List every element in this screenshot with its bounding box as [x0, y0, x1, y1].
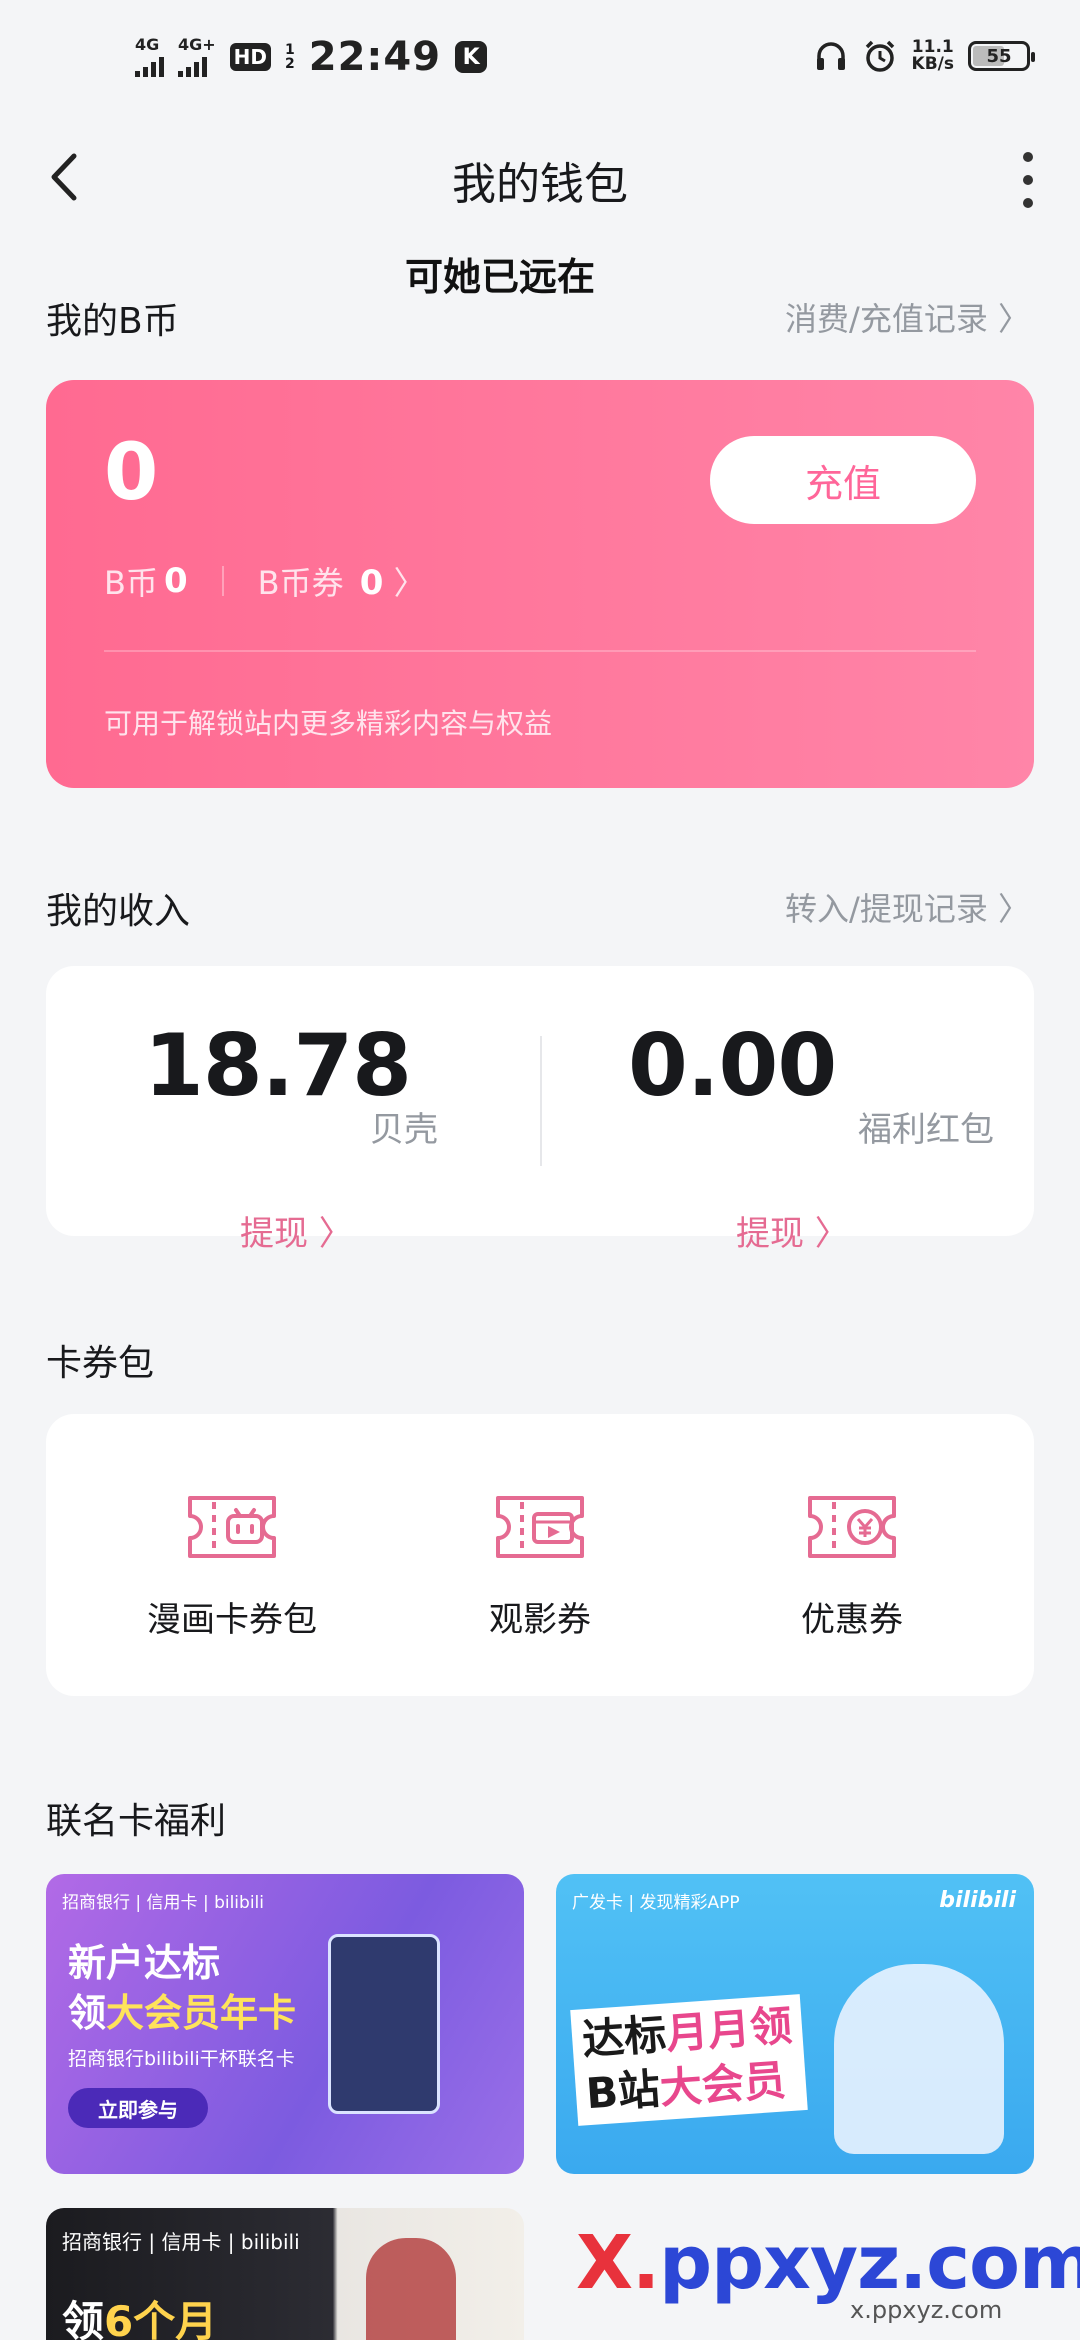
income-section-title: 我的收入	[46, 891, 191, 932]
voucher-label: B币券	[257, 564, 344, 602]
page-title: 我的钱包	[452, 159, 628, 210]
banner-line2-highlight: 大会员年卡	[106, 1991, 297, 2035]
cmb-banner-2[interactable]: 招商银行 | 信用卡 | bilibili 领6个月	[46, 2208, 524, 2340]
banner-headline-prefix: 领	[62, 2297, 105, 2340]
divider	[221, 566, 224, 596]
coupon-movie[interactable]: 观影券	[420, 1492, 660, 1641]
banner-line1: 新户达标	[68, 1941, 221, 1985]
banner-line2-a: B站	[584, 2064, 662, 2119]
banner-brand: 招商银行 | 信用卡 | bilibili	[62, 1893, 264, 1913]
income-card: 18.78 贝壳 提现 〉 0.00 福利红包 提现 〉	[46, 966, 1034, 1254]
more-options-icon[interactable]	[1018, 152, 1038, 208]
banner-headline: 新户达标 领大会员年卡	[68, 1938, 296, 2038]
headphones-icon	[816, 42, 845, 70]
status-left: 4G 4G+ HD 1 2 22:49 K	[135, 34, 488, 80]
recharge-button[interactable]: 充值	[710, 436, 976, 524]
status-right: 11.1 KB/s 55	[814, 38, 1035, 74]
watermark-sub: x.ppxyz.com	[850, 2296, 1003, 2324]
bcoin-total: 0	[104, 428, 159, 518]
bcoin-record-link[interactable]: 消费/充值记录 〉	[785, 294, 1030, 340]
cgb-banner[interactable]: 广发卡 | 发现精彩APP bilibili 达标月月领 B站大会员	[556, 1874, 1034, 2174]
banner-headline: 领6个月	[62, 2288, 217, 2340]
coupon-card: 漫画卡券包 观影券 优惠券	[46, 1414, 1034, 1696]
shells-value: 18.78	[144, 1016, 412, 1116]
redpack-withdraw-link[interactable]: 提现 〉	[736, 1206, 849, 1255]
app-notification-icon: K	[455, 41, 488, 73]
watermark-rest: ppxyz.com	[659, 2220, 1080, 2306]
redpack-value: 0.00	[628, 1016, 837, 1116]
speed-unit: KB/s	[911, 54, 954, 74]
join-button[interactable]: 立即参与	[68, 2088, 208, 2128]
voucher-value: 0	[359, 563, 384, 603]
cobrand-section-title: 联名卡福利	[46, 1801, 227, 1842]
income-divider	[540, 1036, 542, 1166]
bcoin-label: B币	[104, 564, 158, 602]
banner-headline-highlight: 6个月	[104, 2297, 218, 2340]
banner-line2: 领大会员年卡	[68, 1988, 296, 2038]
hd-sim-index: 1 2	[285, 43, 295, 71]
redpack-unit: 福利红包	[858, 1110, 994, 1150]
banner-line2-b: 大会员	[658, 2055, 788, 2114]
coupon-movie-label: 观影券	[489, 1600, 591, 1640]
battery-icon: 55	[968, 41, 1035, 71]
signal-bars-icon	[178, 55, 207, 77]
coupon-discount-label: 优惠券	[801, 1600, 903, 1640]
sim2-label: 4G+	[178, 35, 216, 54]
cmb-banner[interactable]: 招商银行 | 信用卡 | bilibili 新户达标 领大会员年卡 招商银行bi…	[46, 1874, 524, 2174]
signal-bars-icon	[135, 55, 164, 77]
clock: 22:49	[308, 34, 442, 80]
character-illustration	[366, 2238, 456, 2340]
shells-withdraw-link[interactable]: 提现 〉	[240, 1206, 353, 1255]
coupon-discount[interactable]: 优惠券	[732, 1492, 972, 1641]
sim1-label: 4G	[135, 35, 160, 54]
chevron-right-icon: 〉	[393, 564, 426, 602]
banner-brand: 广发卡 | 发现精彩APP	[572, 1893, 740, 1913]
banner-subtitle: 招商银行bilibili干杯联名卡	[68, 2048, 295, 2070]
hd-voice-icon: HD	[229, 43, 272, 71]
coupons-section-title: 卡券包	[46, 1343, 155, 1384]
bcoin-section-title: 我的B币	[46, 301, 179, 342]
yen-ticket-icon	[808, 1496, 896, 1558]
battery-level: 55	[986, 45, 1012, 67]
bcoin-breakdown: B币 0 B币券 0 〉	[104, 558, 426, 604]
sim1-signal: 4G	[135, 37, 164, 77]
bcoin-description: 可用于解锁站内更多精彩内容与权益	[104, 707, 553, 740]
watermark-prefix: X.	[576, 2220, 660, 2306]
bcoin-voucher-link[interactable]: B币券 0 〉	[258, 558, 426, 604]
shells-unit: 贝壳	[370, 1110, 438, 1150]
income-record-link[interactable]: 转入/提现记录 〉	[785, 884, 1030, 930]
coupon-comic[interactable]: 漫画卡券包	[112, 1492, 352, 1641]
status-bar: 4G 4G+ HD 1 2 22:49 K 11.1 KB/s 55	[0, 0, 1080, 120]
alarm-icon	[865, 40, 894, 72]
banner-line1-a: 达标	[580, 2009, 668, 2065]
credit-card-image	[328, 1934, 440, 2114]
watermark: X.ppxyz.com	[576, 2220, 1080, 2306]
comic-ticket-icon	[188, 1496, 276, 1558]
mascot-illustration	[834, 1964, 1004, 2154]
movie-ticket-icon	[496, 1496, 584, 1558]
banner-brand: 招商银行 | 信用卡 | bilibili	[62, 2230, 300, 2254]
banner-line2-prefix: 领	[68, 1991, 107, 2035]
card-divider	[104, 650, 976, 652]
bcoin-value: 0	[163, 561, 188, 601]
network-speed: 11.1 KB/s	[912, 39, 954, 73]
hd-sub-1: 1	[285, 42, 295, 58]
banner-line1-b: 月月领	[664, 2000, 794, 2059]
bilibili-logo: bilibili	[939, 1888, 1016, 1913]
banner-headline: 达标月月领 B站大会员	[570, 1994, 808, 2126]
coupon-comic-label: 漫画卡券包	[147, 1600, 317, 1640]
hd-sub-2: 2	[285, 56, 295, 72]
sim2-signal: 4G+	[178, 37, 216, 77]
bcoin-card: 0 充值 B币 0 B币券 0 〉 可用于解锁站内更多精彩内容与权益	[46, 380, 1034, 788]
